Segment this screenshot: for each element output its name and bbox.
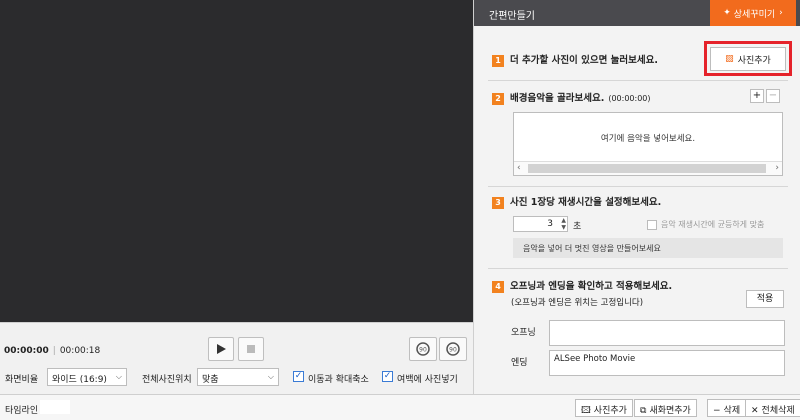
detail-edit-label: 상세꾸미기: [733, 9, 776, 20]
aspect-label: 화면비율: [5, 375, 39, 385]
position-select[interactable]: 맞춤 ⌵: [197, 368, 279, 386]
step4-badge: 4: [492, 281, 504, 293]
step4-subtext: (오프닝과 엔딩은 위치는 고정입니다): [511, 298, 644, 308]
timeline-input: [40, 400, 70, 414]
duration-stepper[interactable]: 3 ▲ ▼: [513, 216, 568, 232]
scroll-left-icon[interactable]: ‹: [517, 163, 521, 173]
timeline-label: 타임라인: [5, 406, 39, 416]
divider: [488, 80, 788, 81]
fit-music-label: 음악 재생시간에 균등하게 맞춤: [661, 220, 765, 229]
video-preview: [0, 0, 473, 322]
options-row: 화면비율 와이드 (16:9) ⌵ 전체사진위치 맞춤 ⌵ ✓ 이동과 확대축소…: [0, 367, 473, 389]
step4-text: 오프닝과 엔딩을 확인하고 적용해보세요.: [510, 281, 673, 292]
chevron-down-icon: ⌵: [267, 372, 274, 381]
music-duration: (00:00:00): [608, 94, 651, 103]
divider: [488, 268, 788, 269]
fit-music-option: 음악 재생시간에 균등하게 맞춤: [647, 219, 764, 230]
step4-heading: 4 오프닝과 엔딩을 확인하고 적용해보세요.: [492, 278, 672, 293]
minus-icon: −: [713, 406, 721, 416]
rotate-left-button[interactable]: 90: [409, 337, 437, 361]
step1-text: 더 추가할 사진이 있으면 눌러보세요.: [510, 55, 658, 66]
step3-heading: 3 사진 1장당 재생시간을 설정해보세요.: [492, 194, 661, 209]
timeline-add-photo-button[interactable]: 🖾 사진추가: [575, 399, 633, 417]
music-hint: 여기에 음악을 넣어보세요.: [600, 134, 696, 144]
player-controls: 00:00:00 | 00:00:18 90 90 화면비율 와이드 (16:9) …: [0, 322, 473, 394]
play-icon: [217, 344, 226, 354]
aspect-value: 와이드 (16:9): [52, 375, 107, 385]
panel-title: 간편만들기: [489, 11, 535, 22]
delete-label: 삭제: [723, 406, 741, 416]
detail-edit-button[interactable]: ✦ 상세꾸미기 ›: [710, 0, 796, 26]
delete-all-button[interactable]: ✕ 전체삭제: [745, 399, 800, 417]
chevron-down-icon: ⌵: [115, 372, 122, 381]
spin-arrows-icon[interactable]: ▲ ▼: [561, 217, 566, 231]
horizontal-scrollbar[interactable]: ‹ ›: [514, 161, 782, 175]
step3-text: 사진 1장당 재생시간을 설정해보세요.: [510, 197, 662, 208]
rotate-right-button[interactable]: 90: [439, 337, 467, 361]
timeline-add-photo-label: 사진추가: [593, 406, 627, 416]
add-scene-button[interactable]: ⧉ 새화면추가: [634, 399, 697, 417]
opening-label: 오프닝: [511, 328, 536, 338]
stop-button[interactable]: [238, 337, 264, 361]
music-list[interactable]: 여기에 음악을 넣어보세요. ‹ ›: [513, 112, 783, 176]
magic-wand-icon: ✦: [723, 8, 731, 18]
zoom-label: 이동과 확대축소: [308, 375, 369, 385]
rotate-left-icon: 90: [416, 342, 430, 356]
remove-music-button[interactable]: −: [766, 89, 780, 103]
fit-music-checkbox[interactable]: [647, 219, 657, 230]
step3-badge: 3: [492, 197, 504, 209]
ending-field[interactable]: ALSee Photo Movie: [549, 350, 785, 376]
time-separator: |: [52, 346, 56, 356]
delete-all-label: 전체삭제: [761, 406, 795, 416]
duration-value: 3: [547, 219, 553, 229]
music-tip: 음악을 넣어 더 멋진 영상을 만들어보세요: [513, 238, 783, 258]
apply-button[interactable]: 적용: [746, 290, 784, 308]
scroll-thumb[interactable]: [528, 164, 766, 173]
step2-heading: 2 배경음악을 골라보세요. (00:00:00): [492, 90, 651, 105]
panel-header: 간편만들기 ✦ 상세꾸미기 ›: [474, 0, 800, 26]
margin-label: 여백에 사진넣기: [397, 375, 458, 385]
add-scene-icon: ⧉: [640, 406, 647, 416]
highlight-box: [704, 41, 792, 76]
close-icon: ✕: [751, 406, 759, 416]
opening-field[interactable]: [549, 320, 785, 346]
step1-badge: 1: [492, 55, 504, 67]
current-time: 00:00:00: [4, 346, 49, 356]
duration-unit: 초: [573, 222, 582, 232]
position-value: 맞춤: [202, 375, 219, 385]
add-photo-icon: 🖾: [581, 406, 591, 416]
step2-badge: 2: [492, 93, 504, 105]
margin-checkbox[interactable]: ✓: [382, 371, 393, 382]
position-label: 전체사진위치: [142, 375, 192, 385]
svg-text:90: 90: [449, 347, 457, 354]
play-button[interactable]: [208, 337, 234, 361]
step2-text: 배경음악을 골라보세요.: [510, 93, 605, 104]
rotate-right-icon: 90: [446, 342, 460, 356]
add-music-button[interactable]: +: [750, 89, 764, 103]
total-time: 00:00:18: [59, 346, 101, 356]
svg-text:90: 90: [419, 347, 427, 354]
aspect-select[interactable]: 와이드 (16:9) ⌵: [47, 368, 127, 386]
easy-make-panel: 간편만들기 ✦ 상세꾸미기 › 1더 추가할 사진이 있으면 눌러보세요. ▨ …: [473, 0, 800, 394]
time-display: 00:00:00 | 00:00:18: [4, 346, 100, 356]
timeline-bar: 타임라인 🖾 사진추가 ⧉ 새화면추가 − 삭제 ✕ 전체삭제: [0, 394, 800, 420]
step1-heading: 1 더 추가할 사진이 있으면 눌러보세요.: [492, 52, 658, 67]
scroll-right-icon[interactable]: ›: [775, 163, 779, 173]
plus-icon: +: [752, 90, 762, 101]
chevron-right-icon: ›: [779, 8, 783, 18]
ending-label: 엔딩: [511, 358, 528, 368]
zoom-checkbox[interactable]: ✓: [293, 371, 304, 382]
add-scene-label: 새화면추가: [649, 406, 691, 416]
divider: [488, 186, 788, 187]
minus-icon: −: [768, 90, 778, 101]
delete-button[interactable]: − 삭제: [707, 399, 747, 417]
playback-row: 00:00:00 | 00:00:18 90 90: [0, 333, 473, 365]
stop-icon: [247, 345, 255, 353]
